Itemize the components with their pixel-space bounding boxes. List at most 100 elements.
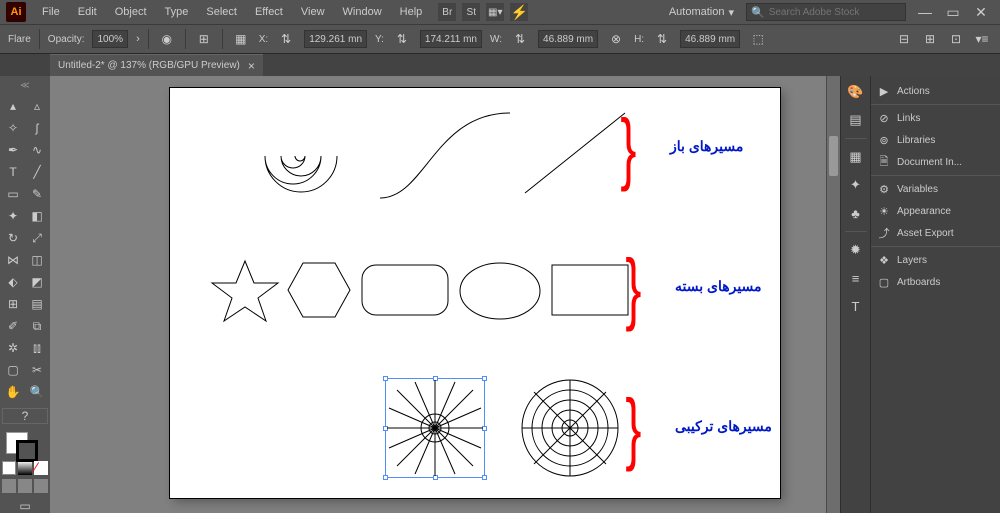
- panel-icon-symbols[interactable]: ✦: [846, 175, 866, 195]
- ctrl-ico-1[interactable]: ⊟: [894, 29, 914, 49]
- line-tool[interactable]: ╱: [26, 162, 48, 182]
- free-transform-tool[interactable]: ◫: [26, 250, 48, 270]
- panel-icon-character[interactable]: T: [846, 296, 866, 316]
- panel-appearance[interactable]: ☀Appearance: [871, 200, 1000, 222]
- ctrl-ico-2[interactable]: ⊞: [920, 29, 940, 49]
- width-tool[interactable]: ⋈: [2, 250, 24, 270]
- shape-builder-tool[interactable]: ⬖: [2, 272, 24, 292]
- bridge-icon[interactable]: Br: [438, 3, 456, 21]
- type-tool[interactable]: T: [2, 162, 24, 182]
- panel-icon-stroke[interactable]: ✹: [846, 240, 866, 260]
- rectangle-tool[interactable]: ▭: [2, 184, 24, 204]
- panel-links[interactable]: ⊘Links: [871, 107, 1000, 129]
- mesh-tool[interactable]: ⊞: [2, 294, 24, 314]
- lasso-tool[interactable]: ʃ: [26, 118, 48, 138]
- annotation-open-paths: مسیرهای باز: [670, 138, 743, 155]
- link-xy-icon[interactable]: ⇅: [276, 29, 296, 49]
- pen-tool[interactable]: ✒: [2, 140, 24, 160]
- panel-icon-align[interactable]: ≡: [846, 268, 866, 288]
- h-field[interactable]: 46.889 mm: [680, 30, 740, 48]
- arrange-icon[interactable]: ▦▾: [486, 3, 504, 21]
- restore-button[interactable]: ▭: [944, 4, 962, 21]
- link-w-icon[interactable]: ⇅: [510, 29, 530, 49]
- slice-tool[interactable]: ✂: [26, 360, 48, 380]
- hand-tool[interactable]: ✋: [2, 382, 24, 402]
- color-mode-solid[interactable]: [2, 461, 16, 475]
- panel-asset-export[interactable]: ⤴Asset Export: [871, 222, 1000, 244]
- shaper-tool[interactable]: ✦: [2, 206, 24, 226]
- selection-tool[interactable]: ▴: [2, 96, 24, 116]
- workspace-switcher[interactable]: Automation ▾: [659, 3, 744, 22]
- link-wh-icon[interactable]: ⊗: [606, 29, 626, 49]
- graph-tool[interactable]: ⫾⫾: [26, 338, 48, 358]
- rotate-tool[interactable]: ↻: [2, 228, 24, 248]
- panel-actions[interactable]: ▶Actions: [871, 80, 1000, 102]
- menu-type[interactable]: Type: [157, 3, 197, 21]
- artboard-tool[interactable]: ▢: [2, 360, 24, 380]
- chevron-right-icon[interactable]: ›: [136, 33, 140, 45]
- zoom-tool[interactable]: 🔍: [26, 382, 48, 402]
- scrollbar-thumb[interactable]: [829, 136, 838, 176]
- menu-help[interactable]: Help: [392, 3, 431, 21]
- eyedropper-tool[interactable]: ✐: [2, 316, 24, 336]
- recolor-icon[interactable]: ◉: [157, 29, 177, 49]
- panel-document-info[interactable]: 🗎Document In...: [871, 151, 1000, 173]
- link-y-icon[interactable]: ⇅: [392, 29, 412, 49]
- x-field[interactable]: 129.261 mn: [304, 30, 367, 48]
- document-icon: 🗎: [877, 153, 891, 172]
- direct-selection-tool[interactable]: ▵: [26, 96, 48, 116]
- symbol-sprayer-tool[interactable]: ✲: [2, 338, 24, 358]
- y-field[interactable]: 174.211 mn: [420, 30, 482, 48]
- ctrl-ico-3[interactable]: ⊡: [946, 29, 966, 49]
- menu-file[interactable]: File: [34, 3, 68, 21]
- panel-variables[interactable]: ⚙Variables: [871, 178, 1000, 200]
- blend-tool[interactable]: ⧉: [26, 316, 48, 336]
- magic-wand-tool[interactable]: ✧: [2, 118, 24, 138]
- w-field[interactable]: 46.889 mm: [538, 30, 598, 48]
- link-h-icon[interactable]: ⇅: [652, 29, 672, 49]
- scale-tool[interactable]: ⤢: [26, 228, 48, 248]
- shape-option-icon[interactable]: ⬚: [748, 29, 768, 49]
- menu-window[interactable]: Window: [335, 3, 390, 21]
- align-icon[interactable]: ⊞: [194, 29, 214, 49]
- edit-toolbar-button[interactable]: ?: [2, 408, 48, 424]
- gradient-tool[interactable]: ▤: [26, 294, 48, 314]
- menu-view[interactable]: View: [293, 3, 333, 21]
- panel-artboards[interactable]: ▢Artboards: [871, 271, 1000, 293]
- fill-stroke-swatch[interactable]: [2, 432, 48, 457]
- curvature-tool[interactable]: ∿: [26, 140, 48, 160]
- color-mode-gradient[interactable]: [18, 461, 32, 475]
- panel-icon-graphic-styles[interactable]: ♣: [846, 203, 866, 223]
- stock-icon[interactable]: St: [462, 3, 480, 21]
- draw-inside[interactable]: [34, 479, 48, 493]
- panel-menu-icon[interactable]: ▾≡: [972, 29, 992, 49]
- close-button[interactable]: ✕: [972, 4, 990, 21]
- perspective-tool[interactable]: ◩: [26, 272, 48, 292]
- opacity-field[interactable]: 100%: [92, 30, 128, 48]
- screen-mode-button[interactable]: ▭: [14, 499, 36, 513]
- transform-icon[interactable]: ▦: [231, 29, 251, 49]
- draw-normal[interactable]: [2, 479, 16, 493]
- canvas-area[interactable]: } مسیرهای باز } مسیرهای بسته: [50, 76, 840, 513]
- color-mode-none[interactable]: ⁄: [34, 461, 48, 475]
- menu-effect[interactable]: Effect: [247, 3, 291, 21]
- tab-close-icon[interactable]: ×: [248, 59, 255, 73]
- stock-search-input[interactable]: [769, 7, 901, 18]
- menu-select[interactable]: Select: [198, 3, 245, 21]
- vertical-scrollbar[interactable]: [826, 76, 840, 513]
- panel-libraries[interactable]: ⊚Libraries: [871, 129, 1000, 151]
- menu-object[interactable]: Object: [107, 3, 155, 21]
- brush-tool[interactable]: ✎: [26, 184, 48, 204]
- stock-search[interactable]: 🔍: [746, 3, 906, 21]
- eraser-tool[interactable]: ◧: [26, 206, 48, 226]
- tool-grip-icon[interactable]: ≪: [20, 80, 29, 91]
- gpu-icon[interactable]: ⚡: [510, 3, 528, 21]
- minimize-button[interactable]: —: [916, 4, 934, 21]
- draw-behind[interactable]: [18, 479, 32, 493]
- menu-edit[interactable]: Edit: [70, 3, 105, 21]
- panel-icon-color[interactable]: 🎨: [846, 82, 866, 102]
- panel-icon-swatches[interactable]: ▤: [846, 110, 866, 130]
- document-tab[interactable]: Untitled-2* @ 137% (RGB/GPU Preview) ×: [50, 54, 263, 76]
- panel-layers[interactable]: ❖Layers: [871, 249, 1000, 271]
- panel-icon-brushes[interactable]: ▦: [846, 147, 866, 167]
